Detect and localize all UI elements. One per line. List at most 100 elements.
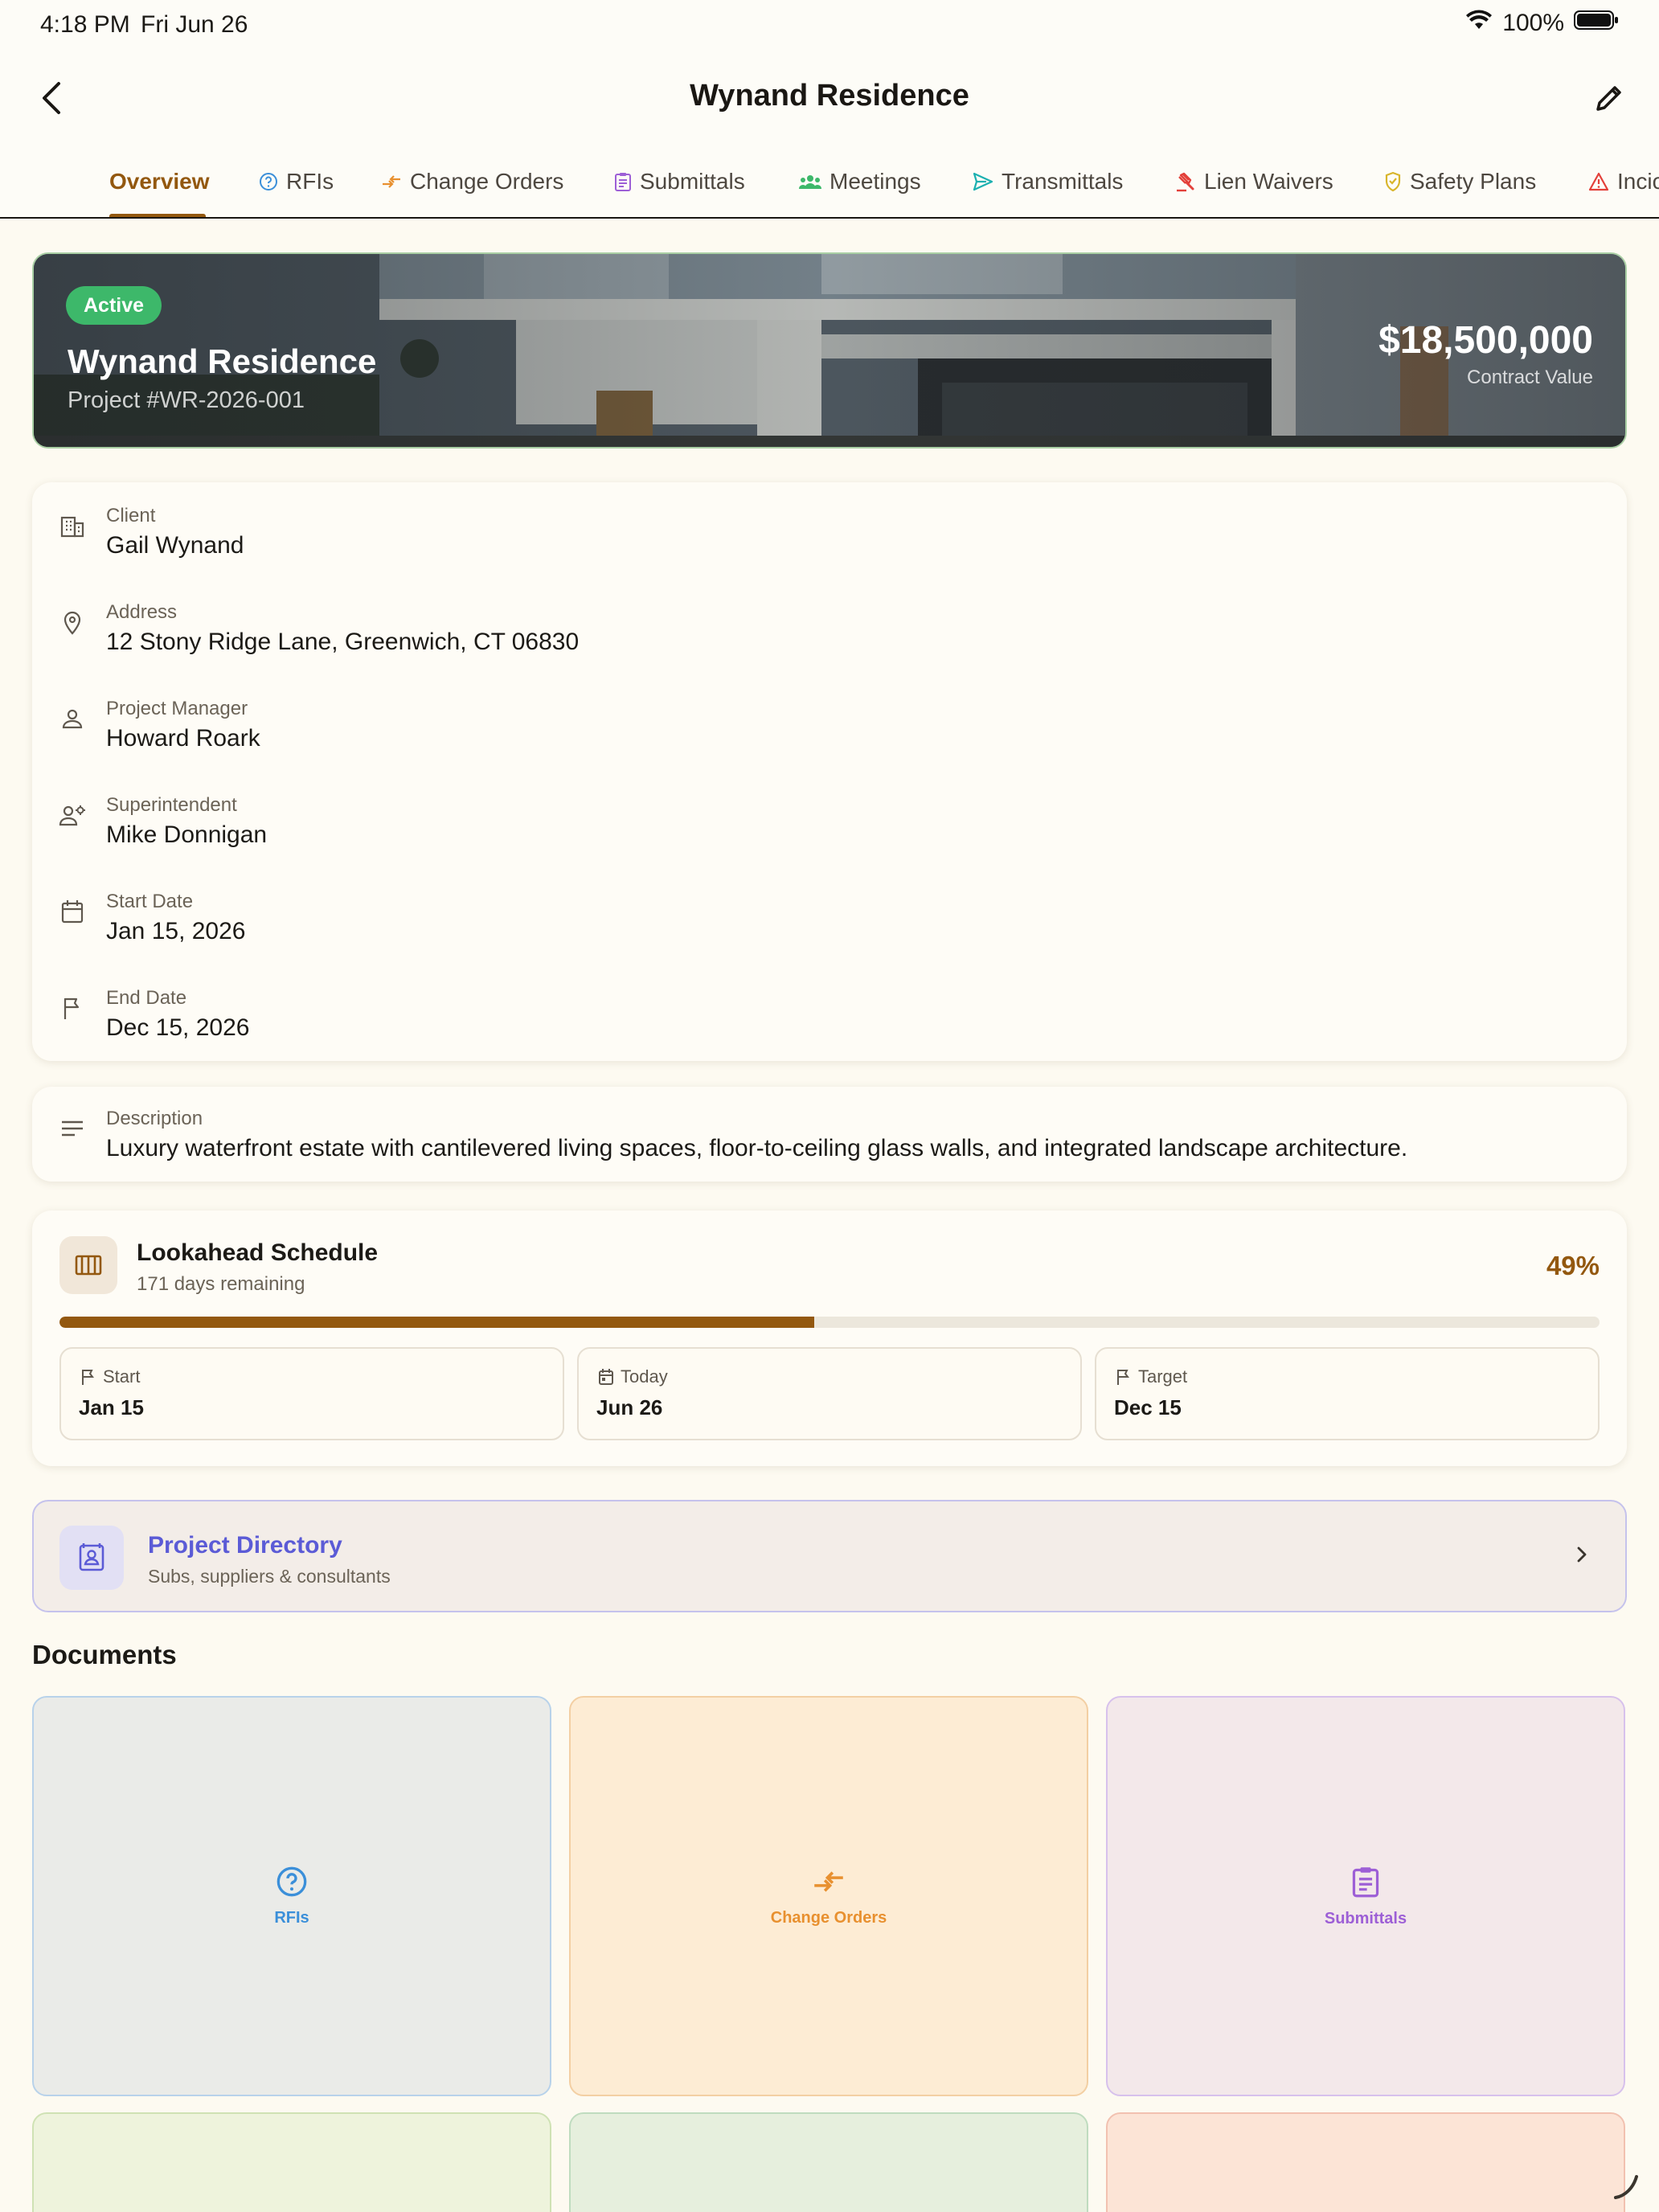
contract-value-label: Contract Value xyxy=(1467,367,1593,388)
edit-button[interactable] xyxy=(1587,76,1632,121)
today-date-box-label: Today xyxy=(621,1366,668,1387)
tab-overview[interactable]: Overview xyxy=(109,166,210,198)
documents-tile-rfis[interactable]: RFIs xyxy=(32,1696,551,2096)
tab-label: Change Orders xyxy=(410,169,564,194)
wifi-icon xyxy=(1465,10,1493,37)
superintendent-row: Superintendent Mike Donnigan xyxy=(32,794,1627,875)
notes-icon xyxy=(56,1112,88,1145)
documents-tile-submittals[interactable]: Submittals xyxy=(1106,1696,1625,2096)
group-icon xyxy=(799,175,821,189)
start-date-value: Jan 15, 2026 xyxy=(106,918,246,944)
engineer-icon xyxy=(56,799,88,831)
gavel-icon xyxy=(1177,172,1194,192)
pencil-icon xyxy=(1596,86,1621,111)
status-indicators: 100% xyxy=(1465,10,1619,37)
project-manager-row: Project Manager Howard Roark xyxy=(32,698,1627,778)
superintendent-label: Superintendent xyxy=(106,794,237,816)
documents-tile-5[interactable] xyxy=(569,2112,1088,2212)
page-title: Wynand Residence xyxy=(690,79,969,113)
project-number: Project #WR-2026-001 xyxy=(68,387,305,413)
tile-label: RFIs xyxy=(274,1908,309,1927)
tab-label: Safety Plans xyxy=(1410,169,1537,194)
today-date-box: Today Jun 26 xyxy=(577,1347,1082,1440)
end-date-value: Dec 15, 2026 xyxy=(106,1014,250,1041)
tab-label: Lien Waivers xyxy=(1204,169,1333,194)
flag-icon xyxy=(1117,1370,1129,1385)
question-circle-icon xyxy=(260,173,277,190)
swap-arrows-icon xyxy=(814,1870,843,1892)
tab-meetings[interactable]: Meetings xyxy=(799,166,921,198)
tab-label: Submittals xyxy=(640,169,745,194)
description-row: Description Luxury waterfront estate wit… xyxy=(32,1108,1627,1188)
tab-lien-waivers[interactable]: Lien Waivers xyxy=(1175,166,1333,198)
schedule-percent: 49% xyxy=(1546,1251,1600,1280)
status-bar: 4:18 PM Fri Jun 26 100% xyxy=(0,0,1659,51)
tab-submittals[interactable]: Submittals xyxy=(614,166,745,198)
battery-percent: 100% xyxy=(1502,10,1564,36)
tab-transmittals[interactable]: Transmittals xyxy=(973,166,1123,198)
building-icon xyxy=(56,510,88,542)
today-date-box-label-row: Today xyxy=(598,1366,668,1387)
status-date: Fri Jun 26 xyxy=(141,11,248,38)
status-time: 4:18 PM xyxy=(40,11,130,38)
client-row: Client Gail Wynand xyxy=(32,505,1627,585)
project-manager-label: Project Manager xyxy=(106,698,248,719)
target-date-box: Target Dec 15 xyxy=(1095,1347,1600,1440)
tab-change-orders[interactable]: Change Orders xyxy=(381,166,563,198)
schedule-progress-fill xyxy=(59,1317,814,1328)
tile-label: Submittals xyxy=(1324,1909,1407,1927)
swap-arrows-icon xyxy=(383,175,400,188)
tab-label: Transmittals xyxy=(1002,169,1124,194)
superintendent-value: Mike Donnigan xyxy=(106,821,268,848)
end-date-label: End Date xyxy=(106,987,187,1009)
project-directory-link[interactable]: Project Directory Subs, suppliers & cons… xyxy=(32,1500,1627,1612)
status-badge: Active xyxy=(66,286,162,325)
tab-rfis[interactable]: RFIs xyxy=(259,166,334,198)
target-date-box-label: Target xyxy=(1138,1366,1188,1387)
resize-handle-icon[interactable] xyxy=(1611,2170,1643,2206)
flag-icon xyxy=(82,1370,94,1385)
documents-tile-change-orders[interactable]: Change Orders xyxy=(569,1696,1088,2096)
description-card: Description Luxury waterfront estate wit… xyxy=(32,1087,1627,1182)
tile-label: Change Orders xyxy=(770,1908,887,1927)
client-label: Client xyxy=(106,505,156,526)
schedule-remaining: 171 days remaining xyxy=(137,1273,305,1295)
tab-label: Overview xyxy=(109,169,210,194)
tab-bar: Overview RFIs Change Orders Submittals M… xyxy=(0,140,1659,219)
target-date-box-value: Dec 15 xyxy=(1114,1395,1182,1419)
tab-incidents[interactable]: Incic xyxy=(1588,166,1659,198)
clipboard-icon xyxy=(1352,1866,1379,1897)
documents-tile-6[interactable] xyxy=(1106,2112,1625,2212)
start-date-row: Start Date Jan 15, 2026 xyxy=(32,891,1627,971)
battery-icon xyxy=(1574,10,1619,37)
address-value: 12 Stony Ridge Lane, Greenwich, CT 06830 xyxy=(106,629,580,655)
tab-safety-plans[interactable]: Safety Plans xyxy=(1384,166,1536,198)
directory-subtitle: Subs, suppliers & consultants xyxy=(148,1566,391,1587)
start-date-box: Start Jan 15 xyxy=(59,1347,564,1440)
location-pin-icon xyxy=(56,606,88,638)
client-value: Gail Wynand xyxy=(106,532,244,559)
lookahead-schedule-card[interactable]: Lookahead Schedule 171 days remaining 49… xyxy=(32,1210,1627,1466)
directory-title: Project Directory xyxy=(148,1532,342,1559)
contract-value: $18,500,000 xyxy=(1378,319,1593,362)
documents-tile-4[interactable] xyxy=(32,2112,551,2212)
schedule-icon xyxy=(59,1236,117,1294)
schedule-progress-bar xyxy=(59,1317,1600,1328)
address-label: Address xyxy=(106,601,178,623)
warning-icon xyxy=(1588,172,1609,191)
project-manager-value: Howard Roark xyxy=(106,725,260,752)
target-date-box-label-row: Target xyxy=(1116,1366,1187,1387)
start-date-box-label: Start xyxy=(103,1366,141,1387)
description-label: Description xyxy=(106,1108,203,1129)
documents-section-title: Documents xyxy=(32,1640,177,1669)
navigation-bar: Wynand Residence xyxy=(0,51,1659,140)
tab-label: RFIs xyxy=(286,169,334,194)
project-hero-banner: Active Wynand Residence Project #WR-2026… xyxy=(32,252,1627,449)
person-icon xyxy=(56,703,88,735)
calendar-today-icon xyxy=(599,1369,613,1385)
project-details-card: Client Gail Wynand Address 12 Stony Ridg… xyxy=(32,482,1627,1061)
chevron-right-icon xyxy=(1574,1542,1590,1571)
active-tab-indicator xyxy=(109,214,206,217)
question-circle-icon xyxy=(276,1866,307,1896)
address-row: Address 12 Stony Ridge Lane, Greenwich, … xyxy=(32,601,1627,682)
